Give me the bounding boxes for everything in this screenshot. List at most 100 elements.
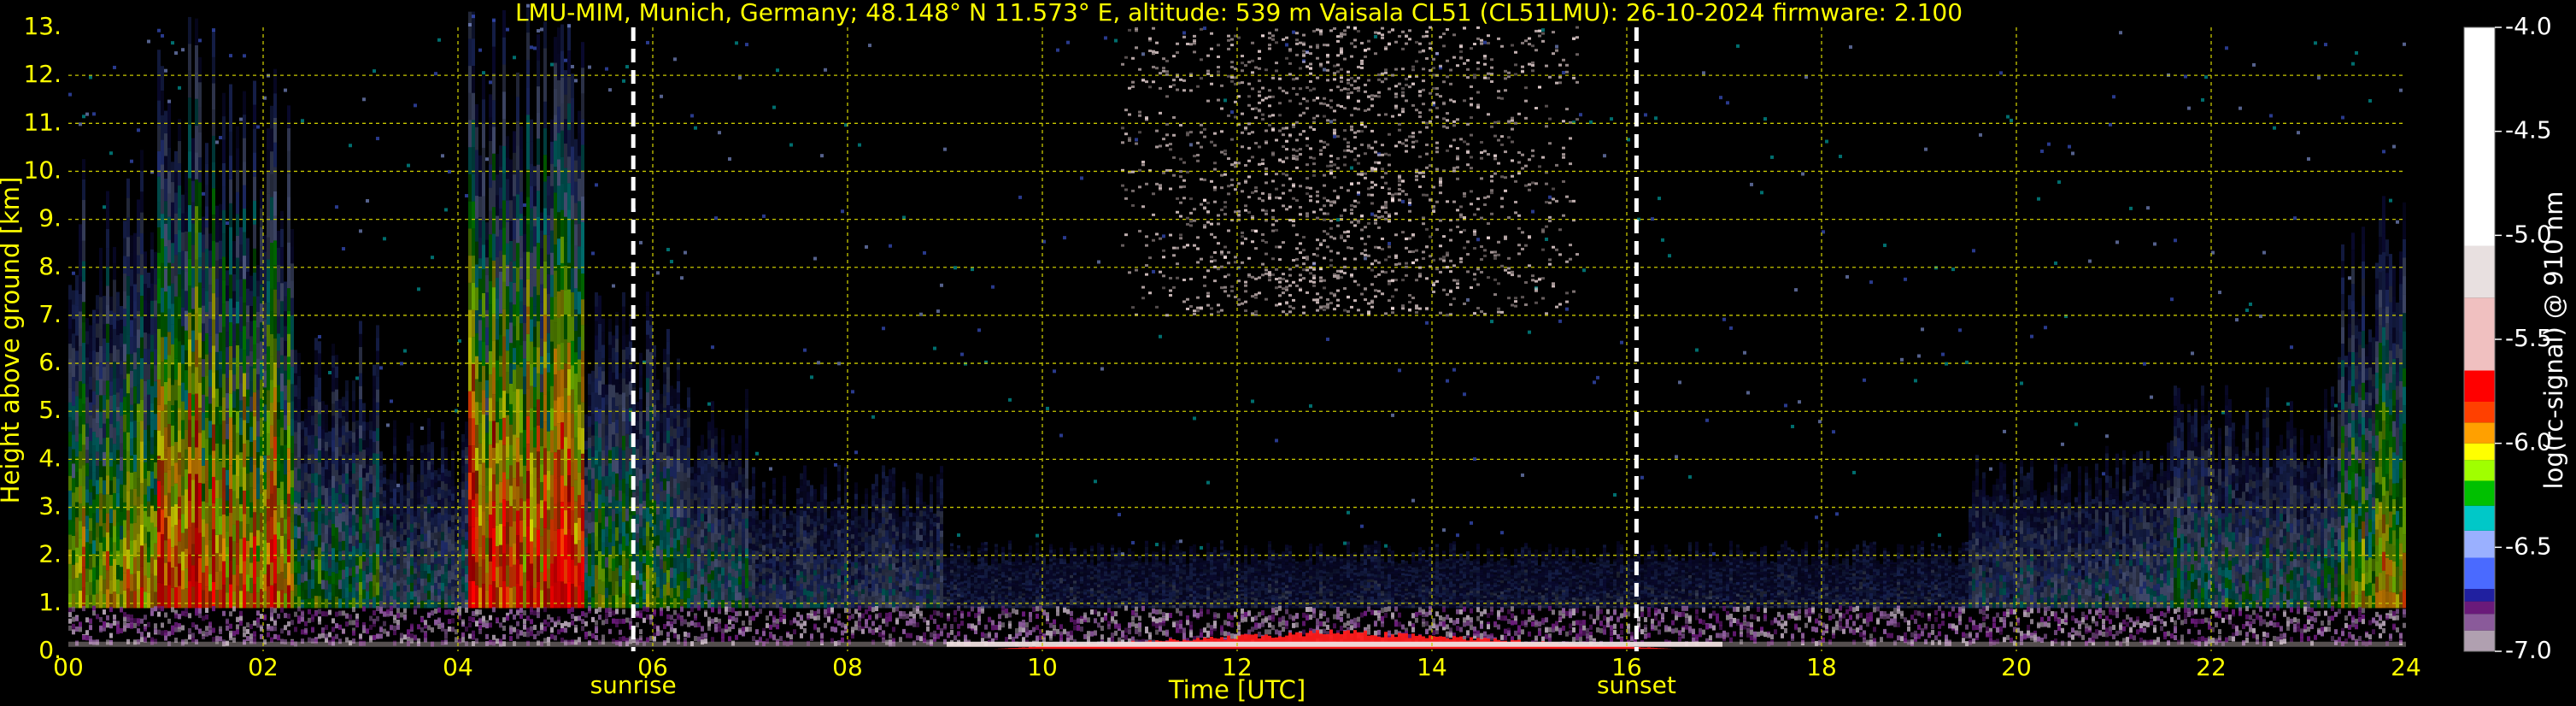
signal-cell: [660, 472, 663, 481]
signal-cell: [287, 517, 290, 540]
signal-cell: [468, 121, 472, 148]
signal-cell: [164, 156, 167, 179]
signal-cell: [492, 642, 496, 647]
signal-cell: [161, 386, 164, 411]
signal-cell: [414, 499, 417, 505]
signal-cell: [472, 611, 475, 616]
signal-cell: [639, 629, 643, 634]
signal-cell: [550, 497, 554, 520]
signal-cell: [588, 576, 591, 586]
signal-column: [222, 93, 226, 647]
signal-cell: [212, 188, 215, 215]
signal-cell: [567, 609, 571, 614]
signal-cell: [103, 480, 106, 495]
signal-cell: [376, 467, 379, 479]
signal-cell: [400, 584, 403, 590]
signal-cell: [267, 303, 270, 325]
signal-cell: [150, 506, 154, 523]
signal-cell: [386, 509, 390, 515]
signal-cell: [550, 634, 554, 639]
signal-cell: [407, 498, 410, 506]
signal-cell: [431, 495, 434, 503]
signal-cell: [68, 373, 72, 387]
signal-cell: [554, 427, 557, 452]
signal-cell: [660, 491, 663, 501]
signal-cell: [663, 384, 666, 396]
signal-cell: [154, 301, 157, 317]
signal-cell: [198, 108, 202, 132]
signal-cell: [468, 364, 472, 391]
signal-cell: [369, 474, 373, 483]
signal-cell: [89, 415, 92, 428]
signal-cell: [154, 397, 157, 414]
signal-cell: [215, 425, 219, 443]
signal-cell: [236, 148, 239, 170]
signal-cell: [205, 355, 208, 376]
signal-cell: [222, 93, 226, 116]
signal-cell: [407, 585, 410, 592]
signal-cell: [666, 532, 670, 544]
signal-cell: [75, 381, 79, 397]
signal-cell: [417, 566, 420, 572]
signal-cell: [109, 594, 113, 609]
signal-cell: [208, 336, 212, 353]
signal-cell: [601, 595, 605, 608]
signal-cell: [448, 609, 451, 615]
signal-cell: [564, 462, 567, 486]
signal-cell: [540, 572, 543, 590]
signal-cell: [277, 231, 280, 248]
signal-cell: [253, 416, 256, 440]
signal-cell: [103, 642, 106, 647]
signal-cell: [485, 292, 489, 310]
signal-cell: [366, 422, 369, 431]
signal-cell: [400, 577, 403, 583]
signal-cell: [253, 273, 256, 297]
signal-cell: [161, 34, 164, 38]
signal-cell: [434, 502, 437, 508]
signal-cell: [89, 625, 92, 630]
signal-cell: [352, 515, 355, 526]
signal-cell: [92, 364, 96, 378]
signal-cell: [461, 537, 465, 544]
signal-cell: [85, 463, 89, 476]
signal-cell: [386, 479, 390, 485]
signal-cell: [369, 642, 373, 647]
signal-cell: [540, 518, 543, 536]
signal-cell: [403, 496, 407, 502]
signal-cell: [496, 526, 499, 546]
signal-cell: [249, 306, 253, 321]
signal-cell: [92, 310, 96, 324]
signal-cell: [615, 406, 619, 420]
signal-cell: [79, 329, 82, 346]
signal-cell: [407, 491, 410, 498]
signal-column: [161, 34, 164, 647]
signal-cell: [554, 271, 557, 297]
signal-cell: [506, 642, 509, 647]
signal-cell: [308, 609, 311, 615]
signal-cell: [82, 115, 85, 118]
signal-cell: [212, 241, 215, 268]
signal-cell: [284, 625, 287, 630]
signal-cell: [154, 268, 157, 285]
signal-cell: [120, 539, 123, 553]
signal-cell: [157, 405, 161, 431]
signal-cell: [601, 634, 605, 639]
signal-cell: [663, 408, 666, 420]
signal-cell: [280, 301, 284, 319]
signal-cell: [526, 362, 530, 389]
signal-cell: [198, 132, 202, 157]
signal-cell: [140, 171, 144, 191]
signal-cell: [267, 456, 270, 478]
signal-cell: [161, 460, 164, 485]
signal-cell: [164, 337, 167, 359]
signal-cell: [554, 192, 557, 218]
signal-cell: [584, 423, 588, 432]
signal-cell: [140, 525, 144, 545]
signal-cell: [167, 148, 171, 171]
signal-cell: [79, 621, 82, 627]
signal-cell: [335, 367, 338, 378]
signal-cell: [625, 618, 629, 623]
signal-cell: [403, 524, 407, 530]
signal-cell: [550, 164, 554, 186]
signal-cell: [171, 642, 174, 647]
